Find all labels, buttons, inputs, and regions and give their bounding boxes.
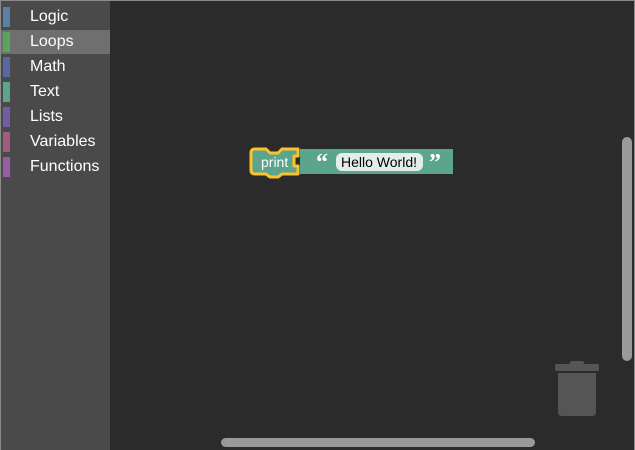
category-label: Text xyxy=(30,83,60,100)
category-variables[interactable]: Variables xyxy=(1,130,110,154)
toolbox: Logic Loops Math Text Lists Variables Fu… xyxy=(1,1,110,450)
category-text[interactable]: Text xyxy=(1,80,110,104)
category-loops[interactable]: Loops xyxy=(1,30,110,54)
category-label: Variables xyxy=(30,133,96,150)
category-math[interactable]: Math xyxy=(1,55,110,79)
category-label: Loops xyxy=(30,33,74,50)
category-color-bar xyxy=(3,7,10,27)
category-label: Logic xyxy=(30,8,69,25)
category-label: Lists xyxy=(30,108,63,125)
category-color-bar xyxy=(3,57,10,77)
category-color-bar xyxy=(3,132,10,152)
category-color-bar xyxy=(3,82,10,102)
close-quote-icon: ” xyxy=(429,150,441,176)
print-block-label: print xyxy=(261,154,288,170)
category-lists[interactable]: Lists xyxy=(1,105,110,129)
category-label: Functions xyxy=(30,158,100,175)
horizontal-scrollbar[interactable] xyxy=(221,438,535,447)
category-label: Math xyxy=(30,58,66,75)
open-quote-icon: “ xyxy=(316,150,328,176)
category-color-bar xyxy=(3,107,10,127)
category-color-bar xyxy=(3,157,10,177)
text-value: Hello World! xyxy=(341,154,417,170)
vertical-scrollbar[interactable] xyxy=(622,137,632,361)
trash-icon[interactable] xyxy=(555,361,599,417)
category-color-bar xyxy=(3,32,10,52)
category-logic[interactable]: Logic xyxy=(1,5,110,29)
print-block-group[interactable]: print “ Hello World! ” xyxy=(248,146,458,182)
category-functions[interactable]: Functions xyxy=(1,155,110,179)
